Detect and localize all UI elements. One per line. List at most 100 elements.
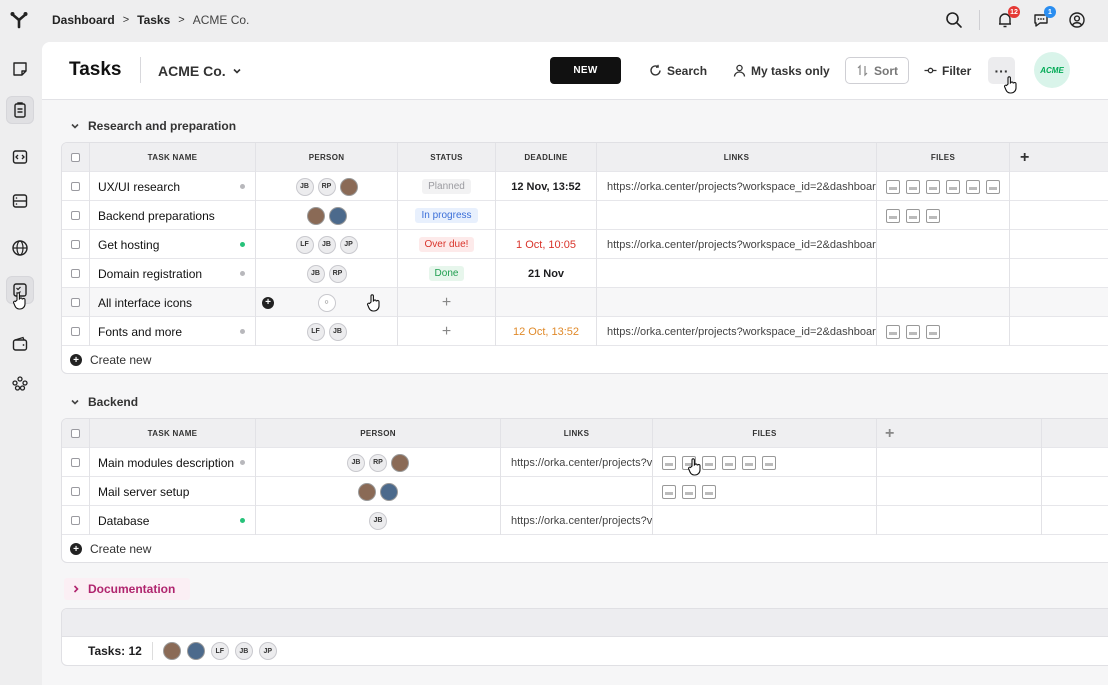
search-button[interactable]: Search <box>649 57 707 84</box>
avatar-initials[interactable]: JP <box>258 642 277 660</box>
file-icon[interactable] <box>742 455 756 470</box>
file-icon[interactable] <box>662 484 676 499</box>
table-row[interactable]: Domain registration JB RP Done 21 Nov <box>62 259 1108 288</box>
file-icon[interactable] <box>926 208 940 223</box>
add-column-icon[interactable]: + <box>885 425 895 443</box>
filter-button[interactable]: Filter <box>924 57 971 84</box>
avatar[interactable] <box>358 482 376 501</box>
avatar-initials[interactable]: JP <box>339 235 358 254</box>
sidebar-item-web[interactable] <box>6 234 34 262</box>
file-icon[interactable] <box>986 179 1000 194</box>
row-checkbox[interactable] <box>71 327 80 336</box>
task-link[interactable]: https://orka.center/projects?workspace_i… <box>597 181 876 193</box>
status-badge[interactable]: Over due! <box>418 237 475 252</box>
table-row[interactable]: UX/UI research JB RP Planned 12 Nov, 13:52 ht… <box>62 172 1108 201</box>
table-row[interactable]: Fonts and more LF JB +12 Oct, 13:52 https://… <box>62 317 1108 346</box>
row-checkbox[interactable] <box>71 429 80 438</box>
task-link[interactable]: https://orka.center/projects?workspace_i… <box>597 239 876 251</box>
table-row[interactable]: Mail server setup <box>62 477 1108 506</box>
row-checkbox[interactable] <box>71 211 80 220</box>
new-task-button[interactable]: NEW <box>550 57 621 84</box>
deadline[interactable]: 12 Nov, 13:52 <box>511 181 581 193</box>
add-icon[interactable]: + <box>262 296 274 309</box>
avatar-initials[interactable]: LF <box>295 235 314 254</box>
row-checkbox[interactable] <box>71 487 80 496</box>
file-icon[interactable] <box>722 455 736 470</box>
file-icon[interactable] <box>906 179 920 194</box>
sidebar-item-wallet[interactable] <box>6 330 34 358</box>
column-header[interactable]: FILES <box>752 429 776 438</box>
section-backend-header[interactable]: Backend <box>70 395 138 409</box>
file-icon[interactable] <box>926 179 940 194</box>
file-icon[interactable] <box>926 324 940 339</box>
deadline[interactable]: 1 Oct, 10:05 <box>516 239 576 251</box>
avatar[interactable] <box>306 206 325 225</box>
column-header[interactable]: LINKS <box>724 153 750 162</box>
file-icon[interactable] <box>886 179 900 194</box>
column-header[interactable]: LINKS <box>564 429 590 438</box>
breadcrumb-dashboard[interactable]: Dashboard <box>52 13 115 27</box>
avatar-initials[interactable]: RP <box>369 453 387 472</box>
my-tasks-toggle[interactable]: My tasks only <box>733 57 830 84</box>
file-icon[interactable] <box>966 179 980 194</box>
file-icon[interactable] <box>662 455 676 470</box>
avatar-initials[interactable]: JB <box>306 264 325 283</box>
task-name[interactable]: Domain registration <box>98 267 202 281</box>
task-name[interactable]: Database <box>98 514 149 528</box>
column-header[interactable]: TASK NAME <box>148 153 198 162</box>
status-badge[interactable]: In progress <box>415 208 478 223</box>
row-checkbox[interactable] <box>71 182 80 191</box>
deadline[interactable]: 12 Oct, 13:52 <box>513 326 579 338</box>
column-header[interactable]: STATUS <box>430 153 463 162</box>
app-logo-icon[interactable] <box>10 11 28 29</box>
task-name[interactable]: Main modules description <box>98 456 234 470</box>
add-status-icon[interactable]: + <box>442 323 451 341</box>
add-column-icon[interactable]: + <box>1020 149 1030 167</box>
task-link[interactable]: https://orka.center/projects?v <box>501 515 652 527</box>
row-checkbox[interactable] <box>71 516 80 525</box>
file-icon[interactable] <box>906 208 920 223</box>
file-icon[interactable] <box>762 455 776 470</box>
file-icon[interactable] <box>886 208 900 223</box>
file-icon[interactable] <box>946 179 960 194</box>
avatar-initials[interactable]: LF <box>306 322 325 341</box>
section-research-header[interactable]: Research and preparation <box>70 119 236 133</box>
file-icon[interactable] <box>886 324 900 339</box>
table-row[interactable]: Main modules description JB RP https://orka… <box>62 448 1108 477</box>
assign-user-icon[interactable]: ○ <box>317 293 336 312</box>
task-link[interactable]: https://orka.center/projects?workspace_i… <box>597 326 876 338</box>
status-badge[interactable]: Planned <box>422 179 471 194</box>
avatar-initials[interactable]: JB <box>317 235 336 254</box>
task-link[interactable]: https://orka.center/projects?v <box>501 457 652 469</box>
column-header[interactable]: DEADLINE <box>524 153 567 162</box>
create-new-button[interactable]: + Create new <box>62 346 151 373</box>
avatar-initials[interactable]: JB <box>295 177 314 196</box>
create-new-button[interactable]: + Create new <box>62 535 151 562</box>
table-row[interactable]: Get hosting LF JB JP Over due! 1 Oct, 10:05 ht… <box>62 230 1108 259</box>
row-checkbox[interactable] <box>71 298 80 307</box>
task-name[interactable]: Fonts and more <box>98 325 182 339</box>
column-header[interactable]: PERSON <box>309 153 345 162</box>
avatar[interactable] <box>186 642 205 660</box>
file-icon[interactable] <box>682 484 696 499</box>
chat-icon[interactable]: 1 <box>1030 6 1056 31</box>
sidebar-item-code[interactable] <box>6 143 34 171</box>
acme-company-logo[interactable]: ACME <box>1034 52 1070 88</box>
sidebar-item-notes[interactable] <box>6 55 34 83</box>
column-header[interactable]: FILES <box>931 153 955 162</box>
task-name[interactable]: Backend preparations <box>98 209 215 223</box>
avatar[interactable] <box>162 642 181 660</box>
row-checkbox[interactable] <box>71 153 80 162</box>
avatar-initials[interactable]: JB <box>369 511 387 530</box>
avatar-initials[interactable]: RP <box>328 264 347 283</box>
column-header[interactable]: PERSON <box>360 429 396 438</box>
task-name[interactable]: Get hosting <box>98 238 159 252</box>
avatar-initials[interactable]: JB <box>234 642 253 660</box>
user-profile-icon[interactable] <box>1066 9 1088 31</box>
status-badge[interactable]: Done <box>428 266 465 281</box>
avatar[interactable] <box>339 177 358 196</box>
file-icon[interactable] <box>702 484 716 499</box>
sort-button[interactable]: Sort <box>845 57 909 84</box>
avatar[interactable] <box>391 453 409 472</box>
avatar-initials[interactable]: JB <box>328 322 347 341</box>
